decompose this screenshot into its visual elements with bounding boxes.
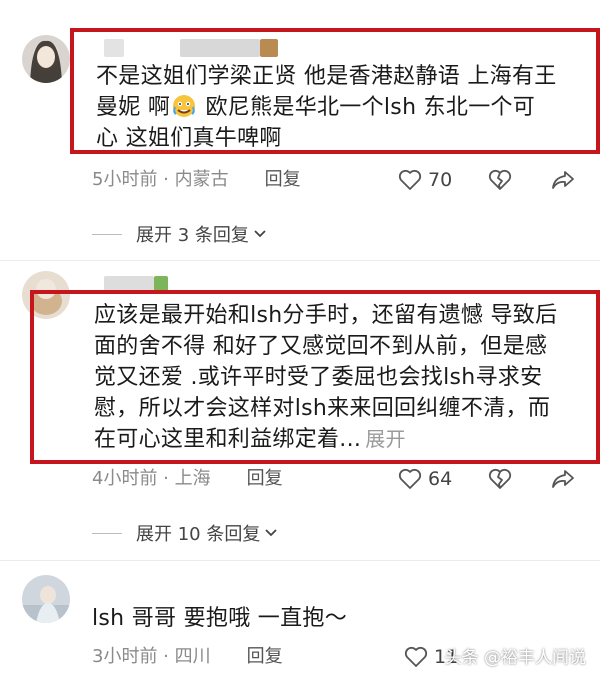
share-icon — [550, 468, 576, 490]
like-count: 64 — [428, 468, 453, 490]
expand-replies-label: 展开 10 条回复 — [136, 524, 261, 545]
time-location: 4小时前 · 上海 — [92, 468, 211, 489]
divider — [0, 260, 600, 261]
expand-replies-button[interactable]: 展开 3 条回复 — [92, 221, 267, 247]
chevron-down-icon — [264, 528, 278, 538]
comment-meta: 4小时前 · 上海 回复 — [92, 467, 283, 491]
broken-heart-icon — [488, 169, 512, 191]
like-button[interactable]: 64 — [398, 466, 452, 492]
time-location: 5小时前 · 内蒙古 — [92, 169, 229, 190]
watermark: 头条 @裕丰人间说 — [444, 648, 586, 668]
heart-icon — [398, 169, 422, 191]
like-button[interactable]: 70 — [398, 167, 452, 193]
expand-replies-label: 展开 3 条回复 — [136, 225, 249, 246]
dislike-button[interactable] — [488, 167, 512, 193]
comment-meta: 5小时前 · 内蒙古 回复 — [92, 168, 301, 192]
dislike-button[interactable] — [488, 466, 512, 492]
like-count: 70 — [428, 169, 453, 191]
share-button[interactable] — [550, 466, 576, 492]
divider — [0, 560, 600, 561]
comment-meta: 3小时前 · 四川 回复 — [92, 645, 283, 669]
heart-icon — [398, 468, 422, 490]
avatar[interactable] — [22, 35, 70, 83]
expand-text-link[interactable]: 展开 — [365, 427, 406, 451]
avatar[interactable] — [22, 575, 70, 623]
comment-content: lsh 哥哥 要抱哦 一直抱～ — [92, 606, 347, 631]
share-button[interactable] — [550, 167, 576, 193]
chevron-down-icon — [253, 229, 267, 239]
reply-button[interactable]: 回复 — [247, 467, 283, 491]
broken-heart-icon — [488, 468, 512, 490]
reply-button[interactable]: 回复 — [247, 645, 283, 669]
comment-content: 应该是最开始和lsh分手时，还留有遗憾 导致后 面的舍不得 和好了又感觉回不到从… — [94, 303, 558, 452]
heart-icon — [404, 646, 428, 668]
expand-replies-button[interactable]: 展开 10 条回复 — [92, 520, 278, 546]
share-icon — [550, 169, 576, 191]
emoji-icon — [172, 94, 196, 118]
time-location: 3小时前 · 四川 — [92, 646, 211, 667]
reply-button[interactable]: 回复 — [265, 168, 301, 192]
comment-content: 不是这姐们学梁正贤 他是香港赵静语 上海有王 曼妮 啊 欧尼熊是华北一个lsh … — [96, 64, 557, 151]
